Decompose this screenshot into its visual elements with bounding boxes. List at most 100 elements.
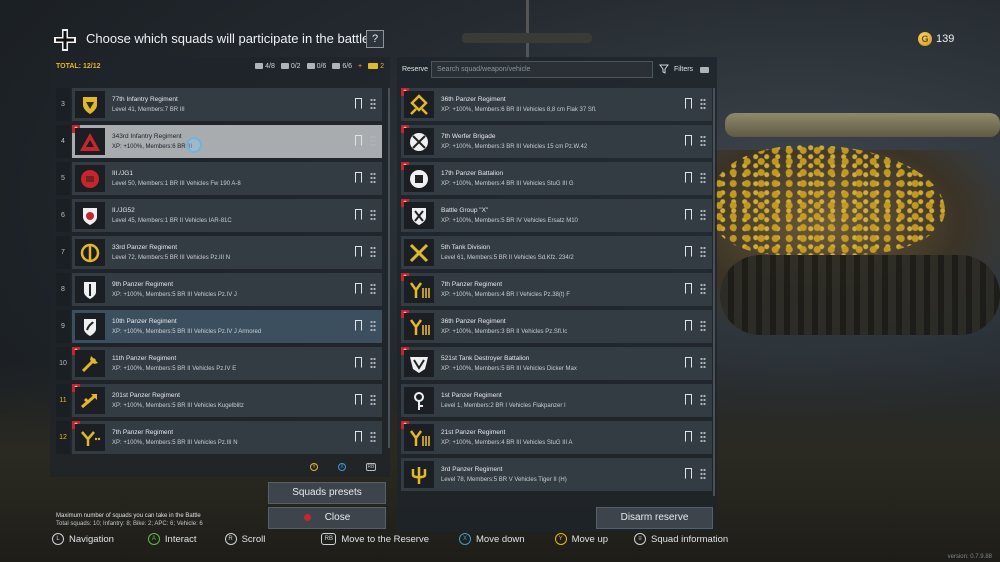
bookmark-icon[interactable]	[685, 98, 692, 109]
drag-handle-icon[interactable]	[370, 357, 376, 369]
squad-info: 201st Panzer Regiment XP: +100%, Members…	[112, 392, 244, 409]
bookmark-icon[interactable]	[355, 357, 362, 368]
squad-card[interactable]: 33rd Panzer Regiment Level 72, Members:5…	[72, 236, 382, 269]
drag-handle-icon[interactable]	[700, 135, 706, 147]
currency-value: 139	[936, 33, 955, 45]
bookmark-icon[interactable]	[685, 209, 692, 220]
drag-handle-icon[interactable]	[370, 246, 376, 258]
sword-emblem-icon	[75, 276, 105, 303]
reserve-squad-row: 1st Panzer Regiment Level 1, Members:2 B…	[401, 384, 712, 417]
bookmark-icon[interactable]	[355, 246, 362, 257]
bookmark-icon[interactable]	[685, 320, 692, 331]
squad-info: 1st Panzer Regiment Level 1, Members:2 B…	[441, 392, 566, 409]
squad-stats: Level 45, Members:1 BR II Vehicles IAR-8…	[112, 218, 232, 224]
squad-name: 343rd Infantry Regiment	[112, 133, 182, 140]
bookmark-icon[interactable]	[355, 209, 362, 220]
bookmark-icon[interactable]	[355, 283, 362, 294]
drag-handle-icon[interactable]	[370, 283, 376, 295]
drag-handle-icon[interactable]	[370, 209, 376, 221]
squad-slot-number: 5	[56, 162, 70, 195]
search-input[interactable]: Search squad/weapon/vehicle	[431, 61, 653, 78]
squad-card[interactable]: III./JG1 Level 50, Members:1 BR III Vehi…	[72, 162, 382, 195]
battle-squad-row: 9 10th Panzer Regiment XP: +100%, Member…	[56, 310, 382, 343]
drag-handle-icon[interactable]	[370, 135, 376, 147]
background-tank-track	[720, 255, 1000, 335]
squad-card[interactable]: + 7th Werfer Brigade XP: +100%, Members:…	[401, 125, 712, 158]
squad-card[interactable]: II./JG52 Level 45, Members:1 BR II Vehic…	[72, 199, 382, 232]
squad-card[interactable]: + 36th Panzer Regiment XP: +100%, Member…	[401, 88, 712, 121]
squad-card[interactable]: + 36th Panzer Regiment XP: +100%, Member…	[401, 310, 712, 343]
squad-card[interactable]: + 7th Panzer Regiment XP: +100%, Members…	[401, 273, 712, 306]
bookmark-icon[interactable]	[355, 98, 362, 109]
bookmark-icon[interactable]	[685, 357, 692, 368]
bookmark-icon[interactable]	[355, 431, 362, 442]
squad-card[interactable]: + 343rd Infantry Regiment XP: +100%, Mem…	[72, 125, 382, 158]
currency-display: G 139	[918, 32, 954, 46]
bookmark-icon[interactable]	[355, 394, 362, 405]
bookmark-icon[interactable]	[685, 431, 692, 442]
button-a-icon: A	[147, 533, 160, 545]
squad-card[interactable]: + 521st Tank Destroyer Battalion XP: +10…	[401, 347, 712, 380]
squad-card[interactable]: 3rd Panzer Regiment Level 78, Members:5 …	[401, 458, 712, 491]
squad-card[interactable]: + 21st Panzer Regiment XP: +100%, Member…	[401, 421, 712, 454]
button-stick-icon: L	[52, 533, 64, 545]
bookmark-icon[interactable]	[355, 135, 362, 146]
drag-handle-icon[interactable]	[700, 283, 706, 295]
bookmark-icon[interactable]	[685, 283, 692, 294]
hint-move-down: X Move down	[459, 533, 525, 545]
drag-handle-icon[interactable]	[370, 431, 376, 443]
drag-handle-icon[interactable]	[700, 431, 706, 443]
drag-handle-icon[interactable]	[700, 394, 706, 406]
squad-card[interactable]: 1st Panzer Regiment Level 1, Members:2 B…	[401, 384, 712, 417]
filter-icon[interactable]	[659, 64, 669, 74]
close-button[interactable]: Close	[268, 507, 386, 529]
yellow-y3-icon	[404, 313, 434, 340]
help-button[interactable]: ?	[366, 30, 384, 48]
bookmark-icon[interactable]	[355, 320, 362, 331]
squad-card[interactable]: + 11th Panzer Regiment XP: +100%, Member…	[72, 347, 382, 380]
hint-move-up: Y Move up	[554, 533, 609, 545]
squad-card[interactable]: 10th Panzer Regiment XP: +100%, Members:…	[72, 310, 382, 343]
drag-handle-icon[interactable]	[700, 98, 706, 110]
squad-info: 521st Tank Destroyer Battalion XP: +100%…	[441, 355, 577, 372]
hint-label: Move up	[571, 533, 609, 545]
reserve-scrollbar[interactable]	[713, 88, 715, 496]
drag-handle-icon[interactable]	[700, 209, 706, 221]
left-scrollbar[interactable]	[388, 88, 390, 448]
drag-handle-icon[interactable]	[370, 394, 376, 406]
bike-icon	[332, 63, 341, 70]
squad-card[interactable]: + 17th Panzer Battalion XP: +100%, Membe…	[401, 162, 712, 195]
drag-handle-icon[interactable]	[700, 320, 706, 332]
squad-card[interactable]: + 201st Panzer Regiment XP: +100%, Membe…	[72, 384, 382, 417]
battle-squad-row: 3 77th Infantry Regiment Level 41, Membe…	[56, 88, 382, 121]
yellow-arrows-icon	[75, 387, 105, 414]
drag-handle-icon[interactable]	[700, 468, 706, 480]
drag-handle-icon[interactable]	[370, 320, 376, 332]
squad-card[interactable]: 77th Infantry Regiment Level 41, Members…	[72, 88, 382, 121]
battle-squad-row: 5 III./JG1 Level 50, Members:1 BR III Ve…	[56, 162, 382, 195]
squad-stats: XP: +100%, Members:5 BR III Vehicles Pz.…	[112, 329, 262, 335]
squads-presets-button[interactable]: Squads presets	[268, 482, 386, 504]
tank-filter-icon[interactable]	[700, 67, 709, 73]
squad-card[interactable]: 5th Tank Division Level 61, Members:5 BR…	[401, 236, 712, 269]
bookmark-icon[interactable]	[685, 246, 692, 257]
disarm-reserve-button[interactable]: Disarm reserve	[596, 507, 713, 529]
bookmark-icon[interactable]	[685, 172, 692, 183]
bookmark-icon[interactable]	[355, 172, 362, 183]
drag-handle-icon[interactable]	[700, 246, 706, 258]
background-machine-gun	[462, 33, 592, 43]
filters-button[interactable]: Filters	[674, 66, 693, 73]
squad-name: 3rd Panzer Regiment	[441, 466, 503, 473]
squad-stats: Level 41, Members:7 BR III	[112, 107, 185, 113]
drag-handle-icon[interactable]	[370, 98, 376, 110]
drag-handle-icon[interactable]	[700, 357, 706, 369]
bookmark-icon[interactable]	[685, 135, 692, 146]
bookmark-icon[interactable]	[685, 468, 692, 479]
squad-card[interactable]: + Battle Group "X" XP: +100%, Members:5 …	[401, 199, 712, 232]
drag-handle-icon[interactable]	[370, 172, 376, 184]
max-squads-breakdown: Total squads: 10; Infantry: 8; Bike: 2; …	[56, 521, 203, 527]
drag-handle-icon[interactable]	[700, 172, 706, 184]
bookmark-icon[interactable]	[685, 394, 692, 405]
squad-card[interactable]: + 7th Panzer Regiment XP: +100%, Members…	[72, 421, 382, 454]
squad-card[interactable]: 9th Panzer Regiment XP: +100%, Members:5…	[72, 273, 382, 306]
